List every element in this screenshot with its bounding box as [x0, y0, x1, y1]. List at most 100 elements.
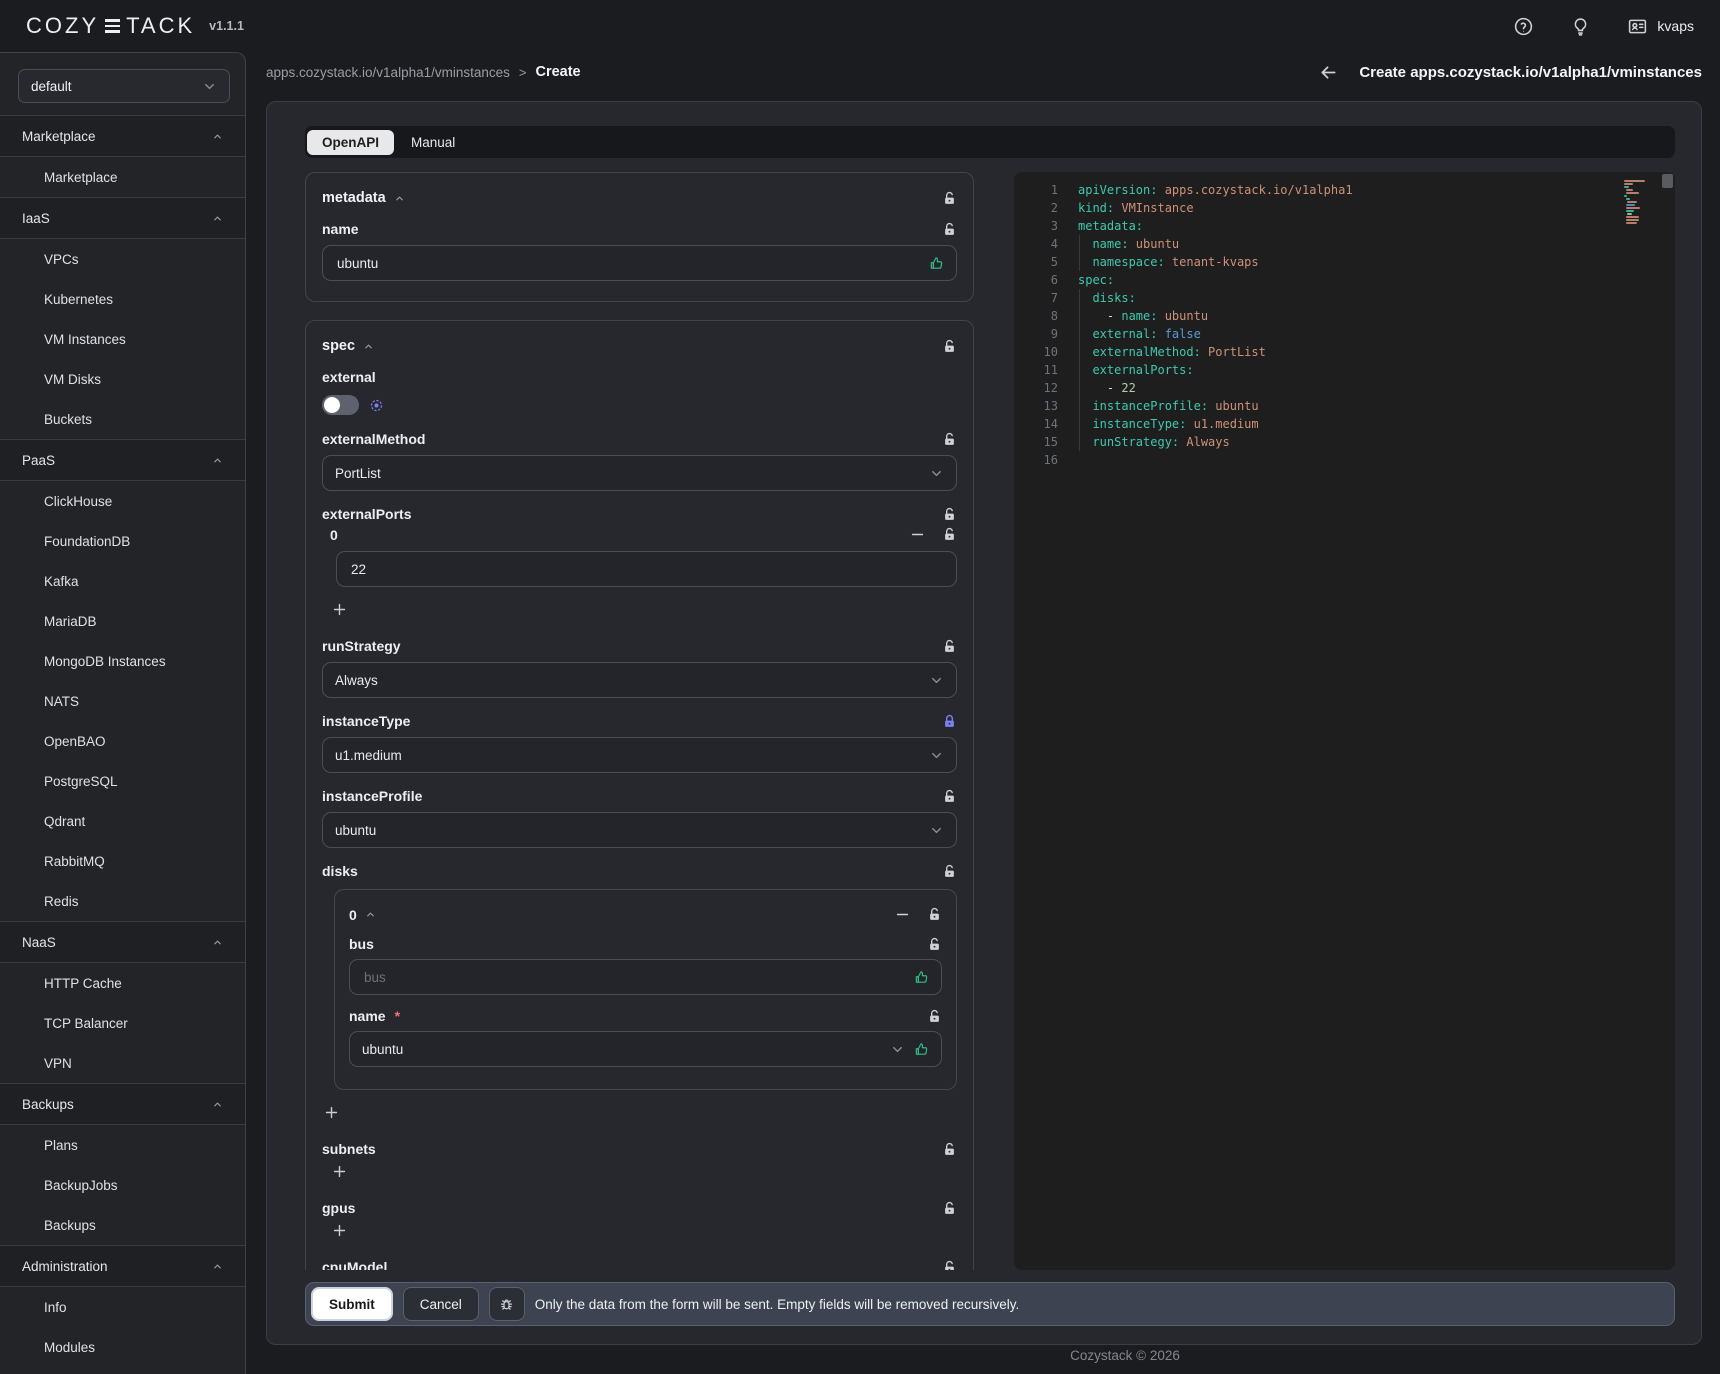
- spec-section: spec external externalMethod: [305, 320, 974, 1270]
- add-port-button[interactable]: [331, 601, 348, 618]
- unlock-icon[interactable]: [942, 1201, 957, 1216]
- sidebar-section-backups[interactable]: Backups: [0, 1083, 245, 1125]
- sidebar-item-vpn[interactable]: VPN: [0, 1043, 245, 1083]
- subnets-label: subnets: [322, 1141, 376, 1157]
- sidebar-item-nats[interactable]: NATS: [0, 681, 245, 721]
- unlock-icon[interactable]: [942, 527, 957, 542]
- breadcrumb[interactable]: apps.cozystack.io/v1alpha1/vminstances: [266, 65, 510, 80]
- tab-manual[interactable]: Manual: [396, 130, 470, 155]
- code-line: 14 instanceType: u1.medium: [1014, 415, 1675, 433]
- externalMethod-select[interactable]: PortList: [322, 455, 957, 491]
- sidebar-item-backupjobs[interactable]: BackupJobs: [0, 1165, 245, 1205]
- spec-section-header[interactable]: spec: [322, 338, 374, 354]
- unlock-icon[interactable]: [927, 937, 942, 952]
- unlock-icon[interactable]: [942, 639, 957, 654]
- bus-input[interactable]: [362, 969, 914, 986]
- sidebar-item-postgresql[interactable]: PostgreSQL: [0, 761, 245, 801]
- sidebar-item-vpcs[interactable]: VPCs: [0, 239, 245, 279]
- sidebar-item-info[interactable]: Info: [0, 1287, 245, 1327]
- project-select[interactable]: default: [18, 69, 230, 103]
- sidebar-section-iaas[interactable]: IaaS: [0, 197, 245, 239]
- add-gpu-button[interactable]: [331, 1222, 348, 1239]
- thumbs-up-icon: [929, 256, 944, 271]
- unlock-icon[interactable]: [927, 1009, 942, 1024]
- section-label: Administration: [22, 1259, 108, 1274]
- instanceType-select[interactable]: u1.medium: [322, 737, 957, 773]
- unlock-icon[interactable]: [942, 222, 957, 237]
- code-line: 13 instanceProfile: ubuntu: [1014, 397, 1675, 415]
- app-version: v1.1.1: [209, 19, 244, 33]
- sidebar-item-rabbitmq[interactable]: RabbitMQ: [0, 841, 245, 881]
- theme-lightbulb-icon[interactable]: [1570, 16, 1591, 37]
- unlock-icon[interactable]: [942, 1260, 957, 1271]
- sidebar-item-openbao[interactable]: OpenBAO: [0, 721, 245, 761]
- add-subnet-button[interactable]: [331, 1163, 348, 1180]
- unlock-icon[interactable]: [942, 864, 957, 879]
- unlock-icon[interactable]: [942, 191, 957, 206]
- disk-name-select[interactable]: ubuntu: [349, 1031, 942, 1067]
- sidebar-item-clickhouse[interactable]: ClickHouse: [0, 481, 245, 521]
- cancel-button[interactable]: Cancel: [403, 1287, 479, 1321]
- sidebar-item-kafka[interactable]: Kafka: [0, 561, 245, 601]
- external-toggle[interactable]: [322, 395, 359, 415]
- debug-button[interactable]: [489, 1287, 525, 1321]
- sidebar-item-foundationdb[interactable]: FoundationDB: [0, 521, 245, 561]
- sidebar-item-backups[interactable]: Backups: [0, 1205, 245, 1245]
- sidebar-item-plans[interactable]: Plans: [0, 1125, 245, 1165]
- sidebar-item-redis[interactable]: Redis: [0, 881, 245, 921]
- sidebar-item-mongodb-instances[interactable]: MongoDB Instances: [0, 641, 245, 681]
- sidebar-section-marketplace[interactable]: Marketplace: [0, 115, 245, 157]
- back-arrow-icon[interactable]: [1318, 62, 1339, 83]
- main-panel: OpenAPI Manual metadata name: [266, 101, 1702, 1345]
- externalPorts-item-input[interactable]: [349, 561, 944, 578]
- disks-label: disks: [322, 863, 358, 879]
- yaml-editor[interactable]: 1apiVersion: apps.cozystack.io/v1alpha12…: [1014, 172, 1675, 1270]
- sidebar-item-mariadb[interactable]: MariaDB: [0, 601, 245, 641]
- code-line: 9 external: false: [1014, 325, 1675, 343]
- unlock-icon[interactable]: [942, 339, 957, 354]
- thumbs-up-icon: [914, 1042, 929, 1057]
- minimap[interactable]: [1624, 180, 1658, 225]
- sidebar-item-vm-disks[interactable]: VM Disks: [0, 359, 245, 399]
- form-note: Only the data from the form will be sent…: [535, 1297, 1019, 1312]
- help-icon[interactable]: [1513, 16, 1534, 37]
- username: kvaps: [1657, 18, 1694, 34]
- runStrategy-select[interactable]: Always: [322, 662, 957, 698]
- sidebar-item-modules[interactable]: Modules: [0, 1327, 245, 1367]
- gpus-label: gpus: [322, 1200, 355, 1216]
- remove-item-button[interactable]: [909, 526, 926, 543]
- sidebar-section-paas[interactable]: PaaS: [0, 439, 245, 481]
- tab-openapi[interactable]: OpenAPI: [307, 130, 394, 155]
- sidebar-item-tcp-balancer[interactable]: TCP Balancer: [0, 1003, 245, 1043]
- sidebar-item-vm-instances[interactable]: VM Instances: [0, 319, 245, 359]
- metadata-section-header[interactable]: metadata: [322, 190, 405, 206]
- sidebar-item-http-cache[interactable]: HTTP Cache: [0, 963, 245, 1003]
- section-label: Marketplace: [22, 129, 96, 144]
- code-line: 12 - 22: [1014, 379, 1675, 397]
- unlock-icon[interactable]: [942, 507, 957, 522]
- reset-default-icon[interactable]: [369, 398, 384, 413]
- bug-icon: [498, 1296, 515, 1313]
- sidebar-item-marketplace[interactable]: Marketplace: [0, 157, 245, 197]
- metadata-name-input[interactable]: [335, 255, 929, 272]
- sidebar-item-kubernetes[interactable]: Kubernetes: [0, 279, 245, 319]
- user-menu[interactable]: kvaps: [1627, 16, 1694, 37]
- remove-disk-button[interactable]: [894, 906, 911, 923]
- unlock-icon[interactable]: [942, 432, 957, 447]
- sidebar-item-qdrant[interactable]: Qdrant: [0, 801, 245, 841]
- sidebar-nav: MarketplaceMarketplaceIaaSVPCsKubernetes…: [0, 115, 245, 1367]
- sidebar-item-buckets[interactable]: Buckets: [0, 399, 245, 439]
- unlock-icon[interactable]: [942, 1142, 957, 1157]
- sidebar-section-naas[interactable]: NaaS: [0, 921, 245, 963]
- editor-scrollbar[interactable]: [1662, 174, 1673, 188]
- code-line: 3metadata:: [1014, 217, 1675, 235]
- lock-icon[interactable]: [942, 714, 957, 729]
- submit-button[interactable]: Submit: [311, 1287, 393, 1321]
- sidebar-section-administration[interactable]: Administration: [0, 1245, 245, 1287]
- disk-item-header[interactable]: 0: [349, 907, 376, 923]
- unlock-icon[interactable]: [942, 789, 957, 804]
- code-line: 6spec:: [1014, 271, 1675, 289]
- unlock-icon[interactable]: [927, 907, 942, 922]
- instanceProfile-select[interactable]: ubuntu: [322, 812, 957, 848]
- add-disk-button[interactable]: [323, 1104, 340, 1121]
